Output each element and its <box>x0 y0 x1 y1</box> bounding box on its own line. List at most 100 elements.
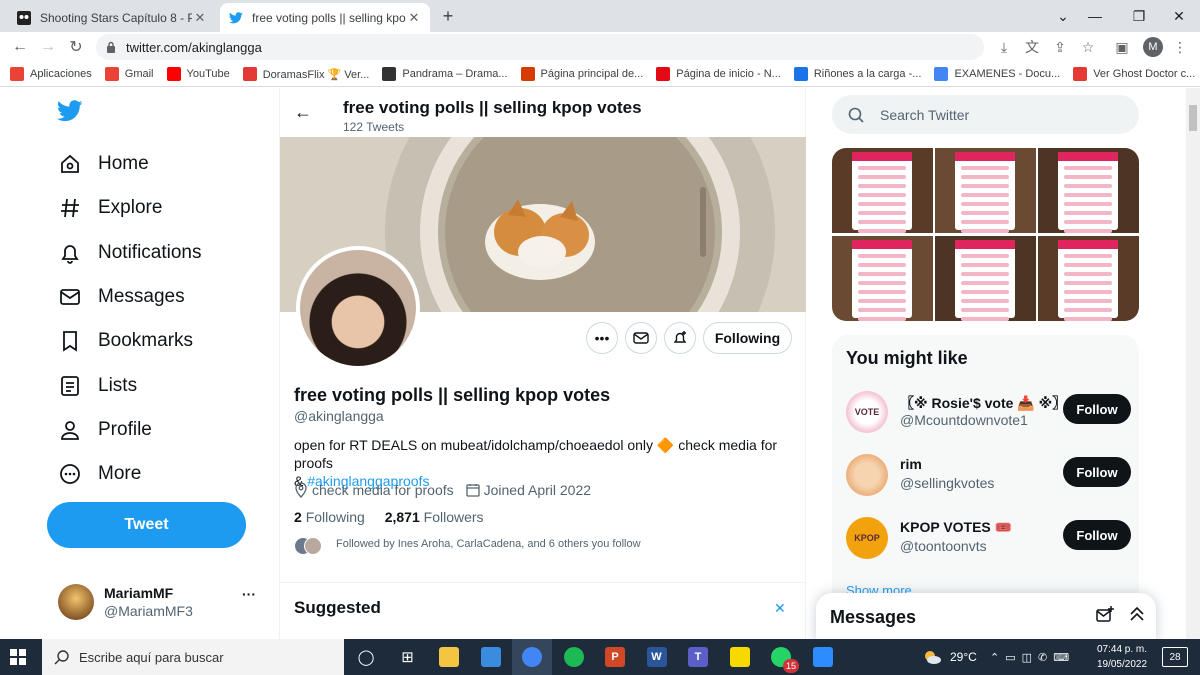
tab-close-icon[interactable]: ✕ <box>192 10 208 26</box>
bookmark-label: Página de inicio - N... <box>676 68 781 80</box>
new-tab-button[interactable]: + <box>438 6 458 26</box>
bookmark-item[interactable]: Ver Ghost Doctor c... <box>1073 67 1195 81</box>
back-arrow-icon[interactable]: ← <box>294 102 318 126</box>
bookmark-item[interactable]: Aplicaciones <box>10 67 92 81</box>
suggestion-row[interactable]: rim @sellingkvotes Follow <box>846 448 1131 504</box>
system-tray-icons[interactable]: ⌃▭◫✆⌨ <box>990 639 1075 675</box>
scrollbar[interactable] <box>1186 88 1200 639</box>
nav-item-label: Explore <box>98 197 163 219</box>
nav-item-home[interactable]: Home <box>58 142 149 186</box>
bookmark-label: EXAMENES - Docu... <box>954 68 1061 80</box>
profile-avatar[interactable] <box>296 246 420 370</box>
nav-item-lists[interactable]: Lists <box>58 364 137 408</box>
twitter-logo-icon[interactable] <box>56 100 85 128</box>
file-explorer-icon[interactable] <box>429 639 469 675</box>
address-bar[interactable]: twitter.com/akinglangga <box>96 34 984 60</box>
media-thumbnail[interactable] <box>935 148 1036 233</box>
profile-avatar[interactable]: M <box>1143 37 1163 57</box>
translate-icon[interactable]: 文 <box>1018 32 1046 62</box>
follow-button[interactable]: Follow <box>1063 520 1131 550</box>
account-switcher[interactable]: MariamMF @MariamMF3 ··· <box>58 582 270 626</box>
weather-widget[interactable]: 29°C <box>922 639 977 675</box>
browser-toolbar: ← → ↻ twitter.com/akinglangga ⤓ 文 ⇪ ☆ ▣ … <box>0 32 1200 62</box>
doramasflix-icon <box>242 67 257 81</box>
notification-bell-plus-icon[interactable] <box>664 322 696 354</box>
followed-by-text[interactable]: Followed by Ines Aroha, CarlaCadena, and… <box>336 538 641 550</box>
nav-item-profile[interactable]: Profile <box>58 408 152 452</box>
bookmark-label: Aplicaciones <box>30 68 92 80</box>
play-icon <box>1073 67 1088 81</box>
follow-button[interactable]: Follow <box>1063 457 1131 487</box>
messages-drawer[interactable]: Messages <box>816 593 1156 639</box>
taskbar-search[interactable]: Escribe aquí para buscar <box>42 639 344 675</box>
share-icon[interactable]: ⇪ <box>1046 32 1074 62</box>
minimize-icon[interactable]: — <box>1072 0 1118 32</box>
star-icon[interactable]: ☆ <box>1074 32 1102 62</box>
scrollbar-thumb[interactable] <box>1189 105 1197 131</box>
ms-store-icon[interactable] <box>471 639 511 675</box>
more-options-button[interactable]: ••• <box>586 322 618 354</box>
bookmark-item[interactable]: Página de inicio - N... <box>656 67 781 81</box>
suggestion-row[interactable]: KPOP KPOP VOTES 🎟️ @toontoonvts Follow <box>846 511 1131 567</box>
task-view-icon[interactable]: ◯ <box>346 639 386 675</box>
person-icon <box>58 418 82 442</box>
follow-button[interactable]: Follow <box>1063 394 1131 424</box>
nav-item-explore[interactable]: Explore <box>58 186 162 230</box>
powerpoint-icon[interactable]: P <box>595 639 635 675</box>
bookmark-item[interactable]: EXAMENES - Docu... <box>934 67 1060 81</box>
bookmark-label: YouTube <box>186 68 230 80</box>
media-thumbnail[interactable] <box>832 148 933 233</box>
media-thumbnail[interactable] <box>832 236 933 321</box>
nav-item-more[interactable]: More <box>58 452 141 496</box>
whatsapp-icon[interactable]: 15 <box>761 639 801 675</box>
zoom-icon[interactable] <box>803 639 843 675</box>
sidepanel-icon[interactable]: ▣ <box>1108 32 1136 62</box>
tweet-count: 122 Tweets <box>343 120 405 134</box>
media-grid[interactable] <box>832 148 1139 321</box>
tweet-button[interactable]: Tweet <box>47 502 246 548</box>
teams-icon[interactable]: T <box>678 639 718 675</box>
suggestion-row[interactable]: VOTE 〖※ Rosie'$ vote 📥 ※〗 @Mcountdownvote1… <box>846 385 1131 441</box>
bookmark-item[interactable]: Página principal de... <box>520 67 643 81</box>
chrome-icon[interactable] <box>512 639 552 675</box>
sticky-notes-icon[interactable] <box>720 639 760 675</box>
menu-kebab-icon[interactable]: ⋮ <box>1166 32 1194 62</box>
nav-item-notifications[interactable]: Notifications <box>58 231 202 275</box>
media-thumbnail[interactable] <box>1038 236 1139 321</box>
bookmark-item[interactable]: YouTube <box>166 67 230 81</box>
media-thumbnail[interactable] <box>1038 148 1139 233</box>
bookmark-item[interactable]: Gmail <box>104 67 154 81</box>
search-box[interactable]: Search Twitter <box>832 95 1139 134</box>
widgets-icon[interactable]: ⊞ <box>388 639 428 675</box>
followers-link[interactable]: 2,871 Followers <box>385 509 484 525</box>
more-horizontal-icon[interactable]: ··· <box>242 586 256 602</box>
nav-item-messages[interactable]: Messages <box>58 275 185 319</box>
chevron-up-icon[interactable] <box>1128 605 1146 628</box>
tab-twitter-profile[interactable]: free voting polls || selling kpop vo ✕ <box>220 3 430 32</box>
tab-close-icon[interactable]: ✕ <box>406 10 422 26</box>
notification-center-icon[interactable]: 28 <box>1162 647 1188 667</box>
nav-item-bookmarks[interactable]: Bookmarks <box>58 319 193 363</box>
tab-shooting-stars[interactable]: Shooting Stars Capítulo 8 - Pandi ✕ <box>8 3 216 32</box>
forward-arrow-icon[interactable]: → <box>34 32 62 62</box>
reload-icon[interactable]: ↻ <box>62 32 90 62</box>
windows-start-icon[interactable] <box>10 649 26 670</box>
following-button[interactable]: Following <box>703 322 792 354</box>
new-message-icon[interactable] <box>1096 606 1114 629</box>
calendar-icon <box>465 483 480 497</box>
clock[interactable]: 07:44 p. m. 19/05/2022 <box>1090 642 1154 672</box>
message-envelope-icon[interactable] <box>625 322 657 354</box>
following-link[interactable]: 2 Following <box>294 509 365 525</box>
header-profile-name: free voting polls || selling kpop votes <box>343 98 642 117</box>
close-icon[interactable]: ✕ <box>774 600 786 617</box>
close-window-icon[interactable]: ✕ <box>1156 0 1200 32</box>
bookmark-item[interactable]: Pandrama – Drama... <box>382 67 508 81</box>
bookmark-item[interactable]: Riñones a la carga -... <box>793 67 921 81</box>
install-icon[interactable]: ⤓ <box>990 32 1018 62</box>
media-thumbnail[interactable] <box>935 236 1036 321</box>
word-icon[interactable]: W <box>637 639 677 675</box>
spotify-icon[interactable] <box>554 639 594 675</box>
browser-tab-strip: Shooting Stars Capítulo 8 - Pandi ✕ free… <box>0 0 1200 32</box>
back-arrow-icon[interactable]: ← <box>6 32 34 62</box>
bookmark-item[interactable]: DoramasFlix 🏆 Ver... <box>242 67 369 81</box>
